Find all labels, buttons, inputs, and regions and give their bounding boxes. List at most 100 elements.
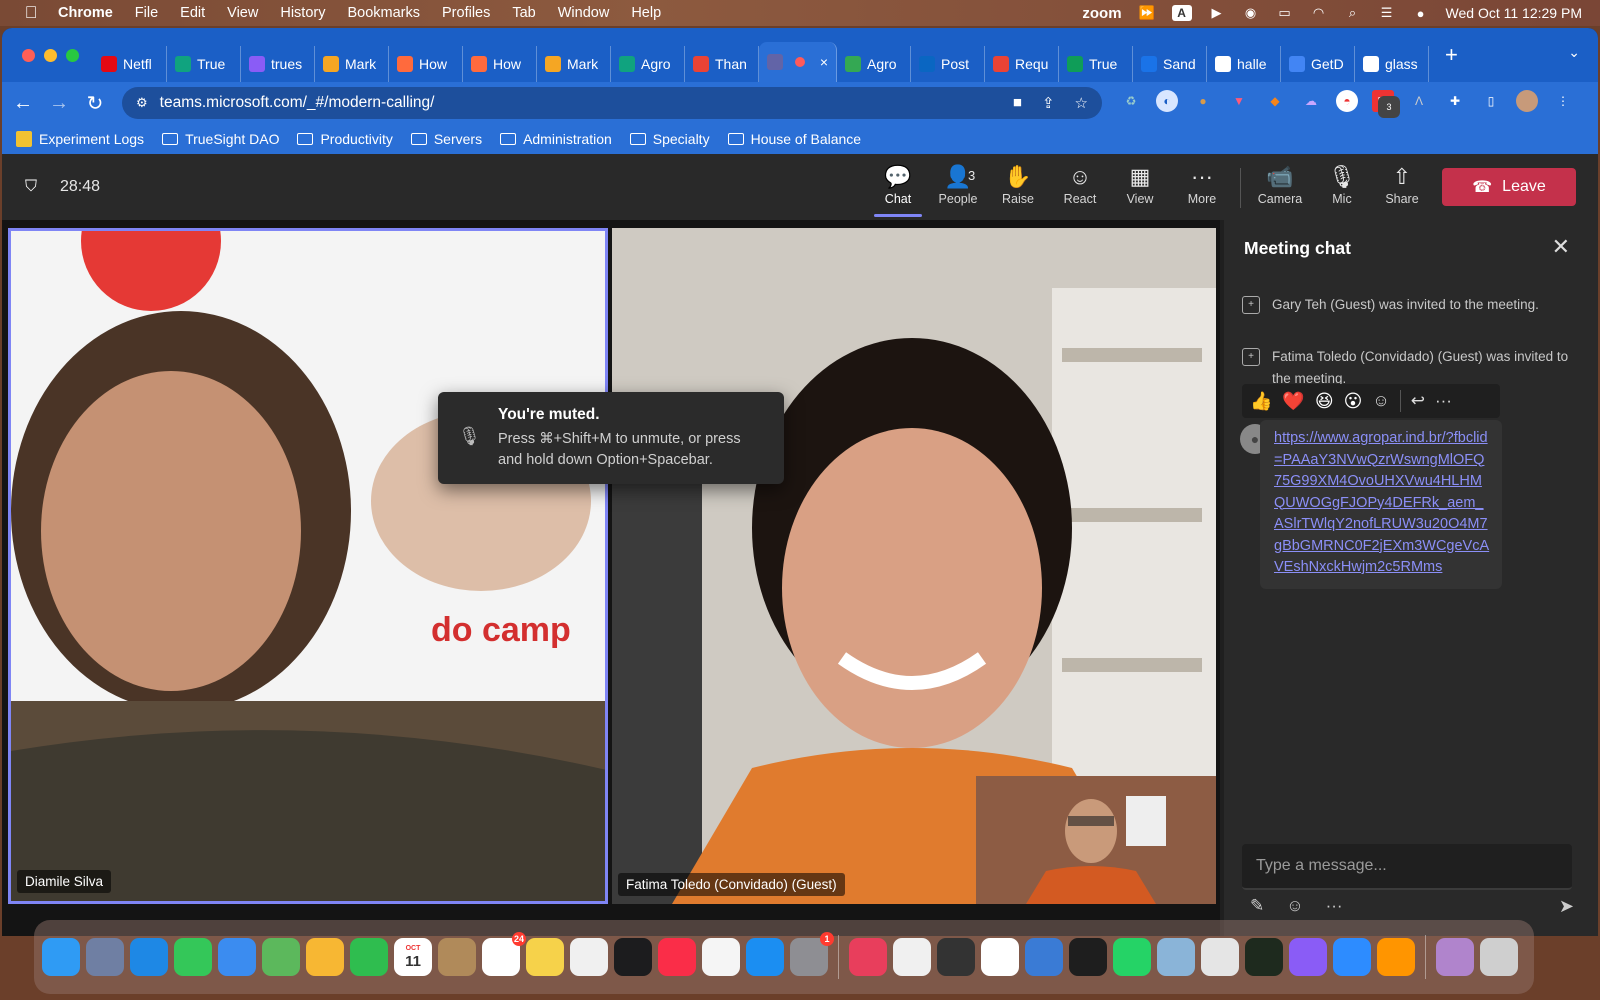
bookmark-folder-productivity[interactable]: Productivity (297, 131, 393, 147)
menu-file[interactable]: File (135, 5, 158, 21)
tab[interactable]: glass (1355, 46, 1429, 82)
menu-view[interactable]: View (227, 5, 258, 21)
more-icon[interactable]: ··· (1326, 896, 1343, 916)
message-link[interactable]: https://www.agropar.ind.br/?fbclid=PAAaY… (1274, 430, 1489, 575)
video-tile-main[interactable]: do camp Diamile Silva (8, 228, 608, 904)
wifi-icon[interactable]: ◠ (1310, 5, 1328, 21)
tab[interactable]: trues (241, 46, 315, 82)
tableplus-icon[interactable] (1025, 938, 1063, 976)
bookmark-folder-administration[interactable]: Administration (500, 131, 612, 147)
activity-monitor-icon[interactable] (1245, 938, 1283, 976)
contacts-icon[interactable] (438, 938, 476, 976)
menu-help[interactable]: Help (631, 5, 661, 21)
tab[interactable]: halle (1207, 46, 1281, 82)
menu-window[interactable]: Window (558, 5, 610, 21)
whatsapp-icon[interactable] (1113, 938, 1151, 976)
bookmark-folder-house-of-balance[interactable]: House of Balance (727, 131, 861, 147)
photos-icon[interactable] (306, 938, 344, 976)
close-chat-icon[interactable]: ✕ (1552, 234, 1570, 260)
system-settings-icon[interactable]: 1 (790, 932, 834, 976)
recycle-extension-icon[interactable]: ♻ (1120, 90, 1142, 112)
app-store-icon[interactable] (746, 938, 784, 976)
tab[interactable]: Agro (837, 46, 911, 82)
trash-icon[interactable] (1480, 938, 1518, 976)
self-view-tile[interactable] (976, 776, 1216, 904)
forward-button[interactable]: → (44, 88, 74, 118)
chrome-icon[interactable] (981, 938, 1019, 976)
tab[interactable]: True (167, 46, 241, 82)
cloud-extension-icon[interactable]: ☁ (1300, 90, 1322, 112)
reminders-icon[interactable]: 24 (482, 932, 526, 976)
raise-button[interactable]: ✋ Raise (988, 162, 1048, 214)
metamask-extension-icon[interactable]: ◆ (1264, 90, 1286, 112)
tab[interactable]: How (389, 46, 463, 82)
bookmark-experiment-logs[interactable]: Experiment Logs (16, 131, 144, 147)
tab[interactable]: Agro (611, 46, 685, 82)
address-bar[interactable]: ⚙ teams.microsoft.com/_#/modern-calling/… (122, 87, 1102, 119)
bookmark-star-icon[interactable]: ☆ (1075, 94, 1088, 112)
menu-profiles[interactable]: Profiles (442, 5, 490, 21)
lips-app-icon[interactable] (849, 938, 887, 976)
more-button[interactable]: ··· More (1172, 162, 1232, 214)
mail-icon[interactable] (218, 938, 256, 976)
menubar-datetime[interactable]: Wed Oct 11 12:29 PM (1446, 5, 1582, 21)
minimize-window-button[interactable] (44, 48, 57, 62)
cookie-extension-icon[interactable]: ● (1192, 90, 1214, 112)
profile-avatar[interactable] (1516, 90, 1538, 112)
add-reaction-icon[interactable]: ☺ (1372, 391, 1389, 411)
menu-tab[interactable]: Tab (512, 5, 535, 21)
tab-active[interactable]: × (759, 42, 837, 82)
calendar-icon[interactable]: OCT 11 (394, 938, 432, 976)
textedit-icon[interactable] (893, 938, 931, 976)
terminal-icon[interactable] (1069, 938, 1107, 976)
reply-icon[interactable]: ↩ (1411, 391, 1425, 411)
new-tab-button[interactable]: + (1445, 42, 1458, 68)
freeform-icon[interactable] (570, 938, 608, 976)
send-icon[interactable]: ➤ (1559, 896, 1574, 917)
control-center-icon[interactable]: ☰ (1378, 5, 1396, 21)
bookmark-folder-specialty[interactable]: Specialty (629, 131, 710, 147)
format-icon[interactable]: ✎ (1250, 896, 1264, 916)
view-button[interactable]: ▦ View (1110, 162, 1170, 214)
user-icon[interactable]: ◉ (1242, 5, 1260, 21)
messages-icon[interactable] (174, 938, 212, 976)
leave-button[interactable]: ☎ Leave (1442, 168, 1576, 206)
tab[interactable]: GetD (1281, 46, 1355, 82)
menu-bookmarks[interactable]: Bookmarks (347, 5, 420, 21)
menu-app-name[interactable]: Chrome (58, 5, 113, 21)
safari-icon[interactable] (130, 938, 168, 976)
tab[interactable]: How (463, 46, 537, 82)
pokeball-extension-icon[interactable]: ◓ (1336, 90, 1358, 112)
url-text[interactable]: teams.microsoft.com/_#/modern-calling/ (160, 94, 435, 112)
music-icon[interactable] (658, 938, 696, 976)
bookmark-folder-servers[interactable]: Servers (410, 131, 482, 147)
share-page-icon[interactable]: ⇪ (1042, 94, 1055, 112)
tab[interactable]: Requ (985, 46, 1059, 82)
chrome-menu-icon[interactable]: ⋮ (1552, 90, 1574, 112)
menu-edit[interactable]: Edit (180, 5, 205, 21)
like-reaction[interactable]: 👍 (1250, 391, 1272, 412)
bookmark-folder-truesight[interactable]: TrueSight DAO (162, 131, 279, 147)
site-info-icon[interactable]: ⚙ (136, 95, 148, 111)
input-source-icon[interactable]: A (1171, 5, 1192, 21)
chat-button[interactable]: 💬 Chat (868, 162, 928, 217)
surprised-reaction[interactable]: 😮 (1344, 391, 1363, 412)
tab[interactable]: Mark (315, 46, 389, 82)
tab[interactable]: Mark (537, 46, 611, 82)
messenger-icon[interactable] (1289, 938, 1327, 976)
circle-extension-icon[interactable]: ◐ (1156, 90, 1178, 112)
apple-tv-icon[interactable] (614, 938, 652, 976)
news-icon[interactable] (702, 938, 740, 976)
people-button[interactable]: 👤 3 People (928, 162, 988, 214)
camera-button[interactable]: 📹 Camera (1250, 162, 1310, 214)
search-icon[interactable]: ⌕ (1344, 5, 1362, 21)
zoom-window-button[interactable] (66, 48, 79, 62)
zoom-icon[interactable] (1333, 938, 1371, 976)
back-button[interactable]: ← (8, 88, 38, 118)
close-window-button[interactable] (22, 48, 35, 62)
side-panel-icon[interactable]: ▯ (1480, 90, 1502, 112)
tab[interactable]: Post (911, 46, 985, 82)
printer-icon[interactable] (1201, 938, 1239, 976)
preview-icon[interactable] (1157, 938, 1195, 976)
pocket-extension-icon[interactable]: ▼ (1228, 90, 1250, 112)
